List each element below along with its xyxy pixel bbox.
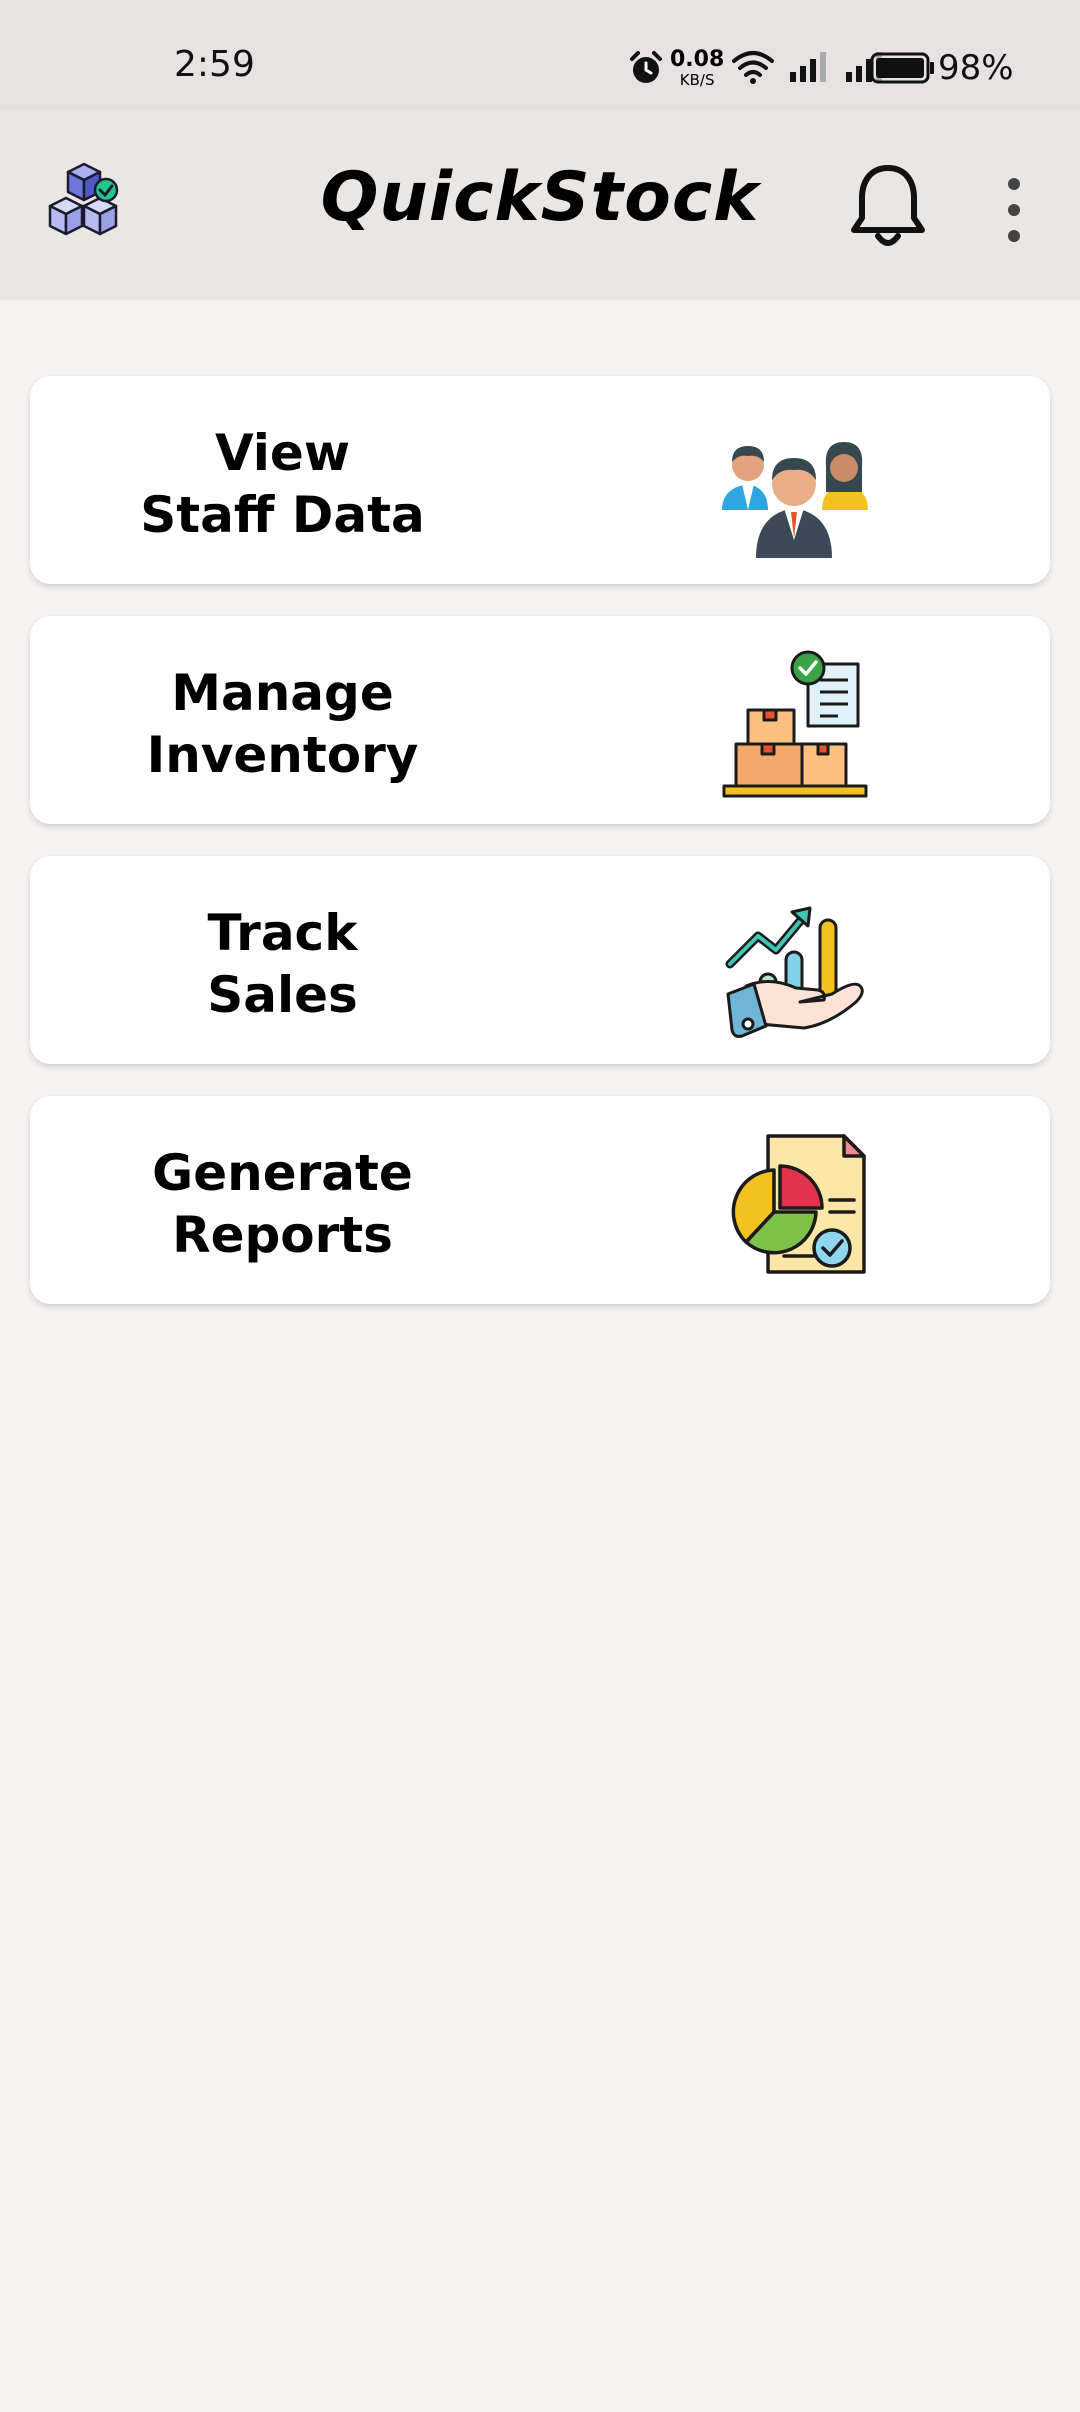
card-label: Manage Inventory [146, 664, 419, 784]
battery-percent: 98% [938, 48, 1014, 88]
generate-reports-card[interactable]: Generate Reports [30, 1096, 1050, 1304]
staff-people-icon [722, 442, 868, 558]
status-time: 2:59 [174, 44, 255, 85]
status-bar: 2:59 0.08 KB/S 98% [0, 0, 1080, 110]
network-speed: 0.08 KB/S [670, 47, 725, 90]
report-chart-icon [731, 1134, 866, 1274]
wifi-icon [732, 51, 774, 84]
more-vert-icon[interactable] [994, 170, 1034, 250]
card-label: View Staff Data [140, 424, 425, 544]
card-label: Generate Reports [152, 1144, 413, 1264]
network-speed-value: 0.08 [670, 47, 725, 72]
network-speed-unit: KB/S [679, 71, 715, 89]
card-label: Track Sales [207, 904, 358, 1024]
app-bar: QuickStock [0, 110, 1080, 300]
view-staff-data-card[interactable]: View Staff Data [30, 376, 1050, 584]
manage-inventory-card[interactable]: Manage Inventory [30, 616, 1050, 824]
signal-icon-sim1 [790, 52, 826, 82]
inventory-boxes-icon [722, 650, 868, 798]
status-icons: 0.08 KB/S 98% [560, 38, 1080, 98]
sales-growth-icon [725, 906, 864, 1038]
bell-icon[interactable] [848, 162, 928, 252]
battery-shape-icon [870, 52, 934, 84]
alarm-icon [630, 51, 662, 83]
track-sales-card[interactable]: Track Sales [30, 856, 1050, 1064]
